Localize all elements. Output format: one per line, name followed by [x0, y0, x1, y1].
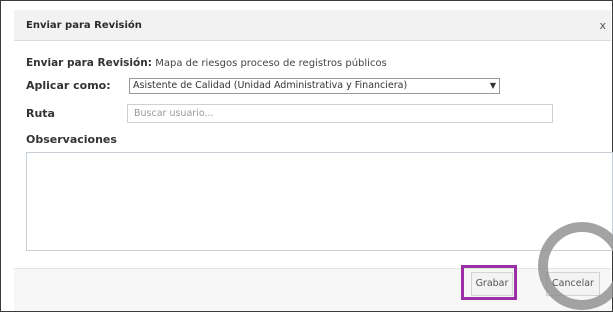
save-button-highlight [461, 265, 517, 300]
close-icon[interactable]: x [599, 19, 606, 32]
observations-textarea[interactable] [26, 152, 613, 251]
dialog-titlebar: Enviar para Revisión x [14, 10, 611, 41]
dialog-title: Enviar para Revisión [26, 20, 142, 31]
dialog-footer [14, 268, 611, 311]
observations-label: Observaciones [26, 133, 117, 146]
chevron-down-icon[interactable]: ▼ [490, 79, 496, 93]
route-label: Ruta [26, 107, 55, 120]
review-summary-label: Enviar para Revisión: [26, 57, 152, 69]
apply-as-label: Aplicar como: [26, 79, 111, 92]
apply-as-select[interactable]: Asistente de Calidad (Unidad Administrat… [129, 78, 500, 94]
review-summary: Enviar para Revisión: Mapa de riesgos pr… [26, 57, 387, 69]
route-search-input[interactable]: Buscar usuario... [127, 104, 553, 123]
review-summary-value: Mapa de riesgos proceso de registros púb… [155, 58, 387, 69]
apply-as-selected-value: Asistente de Calidad (Unidad Administrat… [133, 80, 408, 91]
